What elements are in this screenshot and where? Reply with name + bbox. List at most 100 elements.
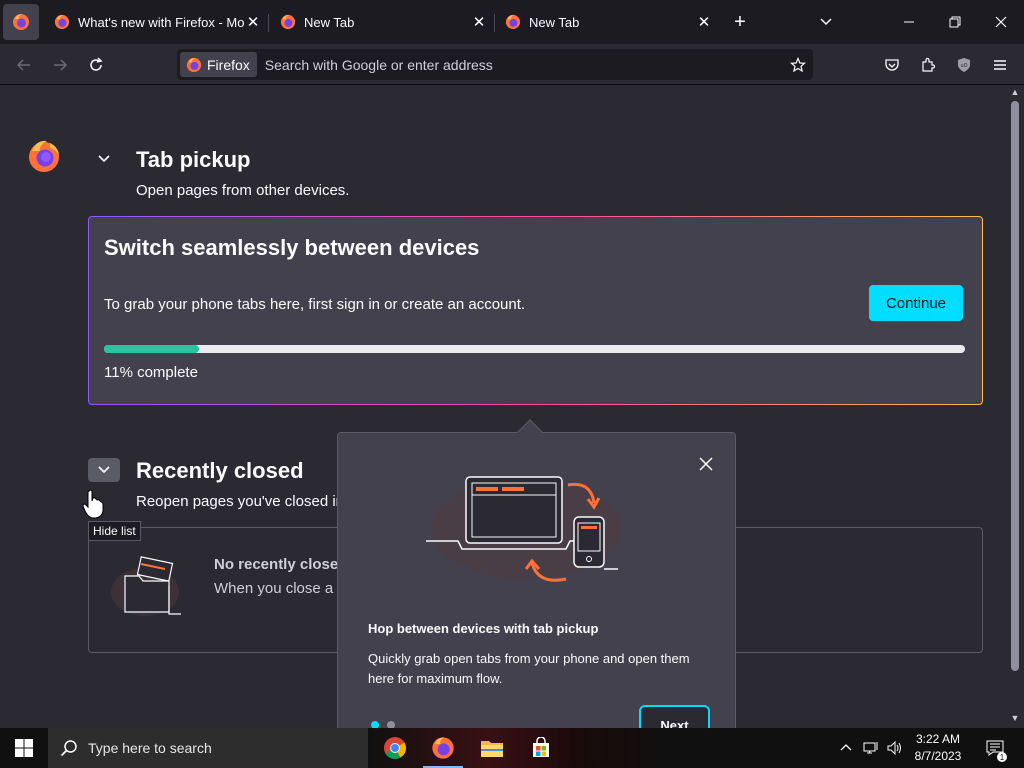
tab-new-tab[interactable]: New Tab ✕ [274,4,489,40]
taskbar-microsoft-store[interactable] [517,728,565,768]
chevron-up-icon [840,744,852,751]
close-window-button[interactable] [978,6,1024,38]
firefox-icon [505,14,521,30]
recently-closed-subtitle: Reopen pages you've closed in [136,493,345,510]
devices-sync-illustration [426,476,621,582]
collapse-recently-closed-button[interactable] [88,458,120,482]
setup-progress-fill [104,345,199,353]
tab-whats-new[interactable]: What's new with Firefox - More ✕ [48,4,263,40]
bookmark-star-button[interactable] [783,56,813,73]
taskbar-chrome[interactable] [371,728,419,768]
empty-folder-illustration [111,556,181,616]
setup-progress-label: 11% complete [104,364,198,381]
tab-pickup-subtitle: Open pages from other devices. [136,182,350,199]
clock-time: 3:22 AM [915,732,961,746]
callout-body: Quickly grab open tabs from your phone a… [368,651,690,686]
setup-card-title: Switch seamlessly between devices [104,235,480,260]
forward-button[interactable] [45,50,75,80]
scroll-thumb[interactable] [1011,101,1019,671]
reload-icon [90,57,103,71]
firefox-view-button[interactable] [3,4,39,40]
callout-arrow [517,419,543,445]
nav-bar: Firefox uO [0,44,1024,85]
chrome-icon [384,737,406,759]
search-placeholder: Type here to search [88,740,212,756]
close-icon [995,16,1007,28]
firefox-view-page: Tab pickup Open pages from other devices… [0,85,1006,728]
taskbar-firefox[interactable] [419,728,467,768]
next-button[interactable]: Next [639,705,710,728]
windows-taskbar: Type here to search 3:22 AM 8/7/2023 1 [0,728,1024,768]
tab-separator [268,14,269,32]
new-tab-button[interactable]: + [726,8,754,36]
app-menu-button[interactable] [985,50,1015,80]
tab-pickup-heading: Tab pickup [136,147,251,172]
url-bar: Firefox [177,49,813,80]
star-icon [790,56,806,72]
firefox-icon [186,57,202,72]
tab-title: New Tab [304,14,355,30]
speaker-icon [887,741,901,755]
taskbar-clock[interactable]: 3:22 AM 8/7/2023 [910,731,966,765]
empty-state-description: When you close a t [214,580,342,597]
scroll-down-icon[interactable]: ▼ [1010,713,1020,723]
hide-list-tooltip: Hide list [88,521,141,541]
svg-text:uO: uO [960,63,967,69]
search-icon [60,740,77,757]
setup-progress-bar [104,345,965,353]
tab-new-tab[interactable]: New Tab ✕ [499,4,714,40]
network-tray-button[interactable] [860,728,882,768]
show-hidden-icons-button[interactable] [836,728,856,768]
hamburger-menu-icon [994,60,1006,70]
tab-title: New Tab [529,14,580,30]
close-callout-button[interactable] [694,452,718,476]
plus-icon: + [734,10,746,33]
pocket-button[interactable] [877,50,907,80]
shield-icon: uO [958,58,970,72]
restore-icon [949,16,961,28]
arrow-right-icon [54,59,68,71]
url-input[interactable] [264,52,783,77]
restore-button[interactable] [932,6,978,38]
start-button[interactable] [0,728,48,768]
arrow-left-icon [16,59,30,71]
back-button[interactable] [9,50,39,80]
firefox-logo [29,140,59,172]
callout-title: Hop between devices with tab pickup [368,621,599,636]
clock-date: 8/7/2023 [914,749,962,763]
firefox-icon [54,14,70,30]
empty-state-title: No recently closed [214,556,348,573]
minimize-button[interactable] [886,6,932,38]
chevron-down-icon [820,18,832,26]
close-tab-icon[interactable]: ✕ [469,13,489,31]
continue-button[interactable]: Continue [869,285,963,321]
tab-pickup-setup-card: Switch seamlessly between devices To gra… [88,216,983,405]
recently-closed-heading: Recently closed [136,458,304,483]
collapse-tab-pickup-button[interactable] [88,147,120,171]
puzzle-icon [922,57,936,72]
pocket-icon [885,59,899,71]
page-scrollbar[interactable]: ▲ ▼ [1006,85,1024,728]
ublock-button[interactable]: uO [949,50,979,80]
reload-button[interactable] [81,50,111,80]
close-tab-icon[interactable]: ✕ [243,13,263,31]
firefox-icon [432,737,454,759]
minimize-icon [904,21,914,23]
taskbar-file-explorer[interactable] [468,728,516,768]
hand-cursor-icon [82,489,104,519]
firefox-icon [280,14,296,30]
list-all-tabs-button[interactable] [812,8,840,36]
store-icon [533,737,549,757]
tab-title: What's new with Firefox - More [78,14,244,30]
notifications-button[interactable]: 1 [980,728,1010,768]
close-tab-icon[interactable]: ✕ [694,13,714,31]
volume-tray-button[interactable] [884,728,906,768]
close-icon [699,457,713,471]
scroll-up-icon[interactable]: ▲ [1010,87,1020,97]
extensions-button[interactable] [913,50,943,80]
step-dot [387,721,395,728]
folder-icon [481,741,503,757]
identity-box[interactable]: Firefox [180,52,257,77]
taskbar-search-box[interactable]: Type here to search [48,728,368,768]
tab-separator [494,14,495,32]
